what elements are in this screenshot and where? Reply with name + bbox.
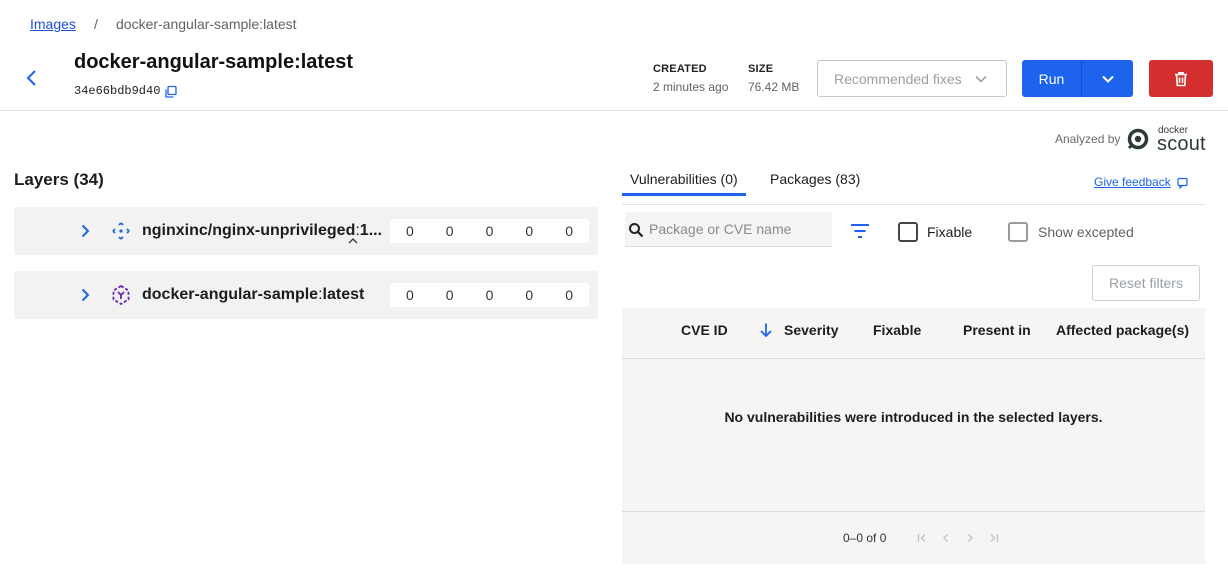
unspecified-count: 0 [565,223,573,239]
chevron-right-icon[interactable] [76,222,94,240]
recommended-fixes-button[interactable]: Recommended fixes [817,60,1007,97]
active-tab-indicator [622,193,746,196]
unspecified-count: 0 [565,287,573,303]
image-layers-icon [110,284,132,306]
run-button[interactable]: Run [1022,60,1081,97]
trash-icon [1172,70,1190,88]
next-page-icon[interactable] [964,532,976,544]
layer-name: docker-angular-sample:latest [142,286,365,303]
image-digest: 34e66bdb9d40 [74,84,161,98]
column-affected-packages[interactable]: Affected package(s) [1056,322,1189,338]
breadcrumb-separator: / [94,16,98,32]
size-label: SIZE [748,63,774,75]
recommended-fixes-label: Recommended fixes [834,70,962,87]
base-image-icon [110,220,132,242]
medium-count: 0 [485,287,494,303]
run-options-button[interactable] [1081,60,1133,97]
filter-icon[interactable] [850,222,870,240]
vulnerabilities-table [622,308,1205,564]
reset-filters-button[interactable]: Reset filters [1092,265,1200,301]
header-divider [0,110,1228,111]
fixable-label: Fixable [927,224,973,240]
table-header-divider [622,358,1205,359]
created-value: 2 minutes ago [653,80,729,94]
table-footer-divider [622,511,1205,512]
layers-heading: Layers (34) [14,170,104,189]
scout-brand-text: scout [1157,133,1206,155]
tabs-divider [622,204,1205,205]
layer-name: nginxinc/nginx-unprivileged:1... [142,222,383,239]
column-fixable[interactable]: Fixable [873,322,921,338]
vulnerability-counts: 0 0 0 0 0 [390,219,589,243]
low-count: 0 [525,287,534,303]
show-excepted-checkbox[interactable] [1008,222,1028,242]
critical-count: 0 [406,287,414,303]
breadcrumb-images-link[interactable]: Images [30,16,76,32]
layer-row[interactable]: docker-angular-sample:latest 0 0 0 0 0 [14,271,598,319]
created-label: CREATED [653,63,707,75]
column-cve-id[interactable]: CVE ID [681,322,728,338]
high-count: 0 [445,223,454,239]
back-arrow-icon[interactable] [20,66,44,90]
feedback-icon[interactable] [1177,177,1189,189]
tab-packages[interactable]: Packages (83) [770,171,860,187]
low-count: 0 [525,223,534,239]
medium-count: 0 [485,223,494,239]
fixable-checkbox[interactable] [898,222,918,242]
show-excepted-label: Show excepted [1038,224,1134,240]
empty-state-message: No vulnerabilities were introduced in th… [724,409,1103,425]
analyzed-by-label: Analyzed by [1055,132,1121,146]
breadcrumb-current: docker-angular-sample:latest [116,16,297,32]
give-feedback-link[interactable]: Give feedback [1094,175,1171,189]
page-title: docker-angular-sample:latest [74,51,353,73]
docker-scout-logo-icon [1125,126,1151,152]
copy-icon[interactable] [164,85,178,99]
high-count: 0 [445,287,454,303]
first-page-icon[interactable] [916,532,928,544]
chevron-down-icon [974,72,988,86]
layer-row[interactable]: nginxinc/nginx-unprivileged:1... 0 0 0 0… [14,207,598,255]
previous-page-icon[interactable] [940,532,952,544]
tab-vulnerabilities[interactable]: Vulnerabilities (0) [630,171,738,187]
search-input[interactable]: Package or CVE name [625,212,832,247]
column-present-in[interactable]: Present in [963,322,1031,338]
tooltip-caret-icon [348,237,358,245]
chevron-right-icon[interactable] [76,286,94,304]
critical-count: 0 [406,223,414,239]
last-page-icon[interactable] [988,532,1000,544]
sort-descending-icon[interactable] [758,322,774,338]
vulnerability-counts: 0 0 0 0 0 [390,283,589,307]
pagination-range: 0–0 of 0 [843,531,887,545]
column-severity[interactable]: Severity [784,322,838,338]
search-icon [628,222,644,238]
delete-button[interactable] [1149,60,1213,97]
chevron-down-icon [1101,72,1115,86]
size-value: 76.42 MB [748,80,800,94]
